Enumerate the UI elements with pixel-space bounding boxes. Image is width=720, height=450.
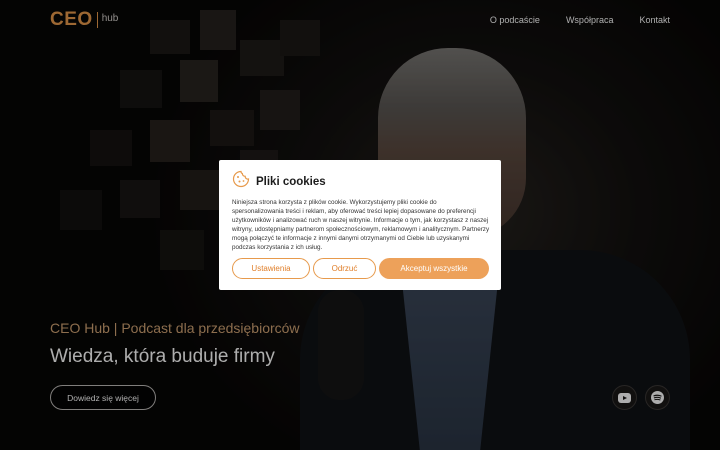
cookie-accept-all-button[interactable]: Akceptuj wszystkie	[379, 258, 489, 279]
cookie-dialog-header: Pliki cookies	[232, 170, 487, 193]
cookie-glyph	[232, 170, 250, 188]
cookie-reject-button[interactable]: Odrzuć	[313, 258, 376, 279]
cookie-dialog-title: Pliki cookies	[256, 175, 326, 188]
cookie-dialog-text: Niniejsza strona korzysta z plików cooki…	[232, 199, 490, 251]
cookie-dialog-actions: Ustawienia Odrzuć Akceptuj wszystkie	[232, 258, 489, 279]
cookie-dialog: Pliki cookies Niniejsza strona korzysta …	[219, 160, 501, 290]
cookie-settings-button[interactable]: Ustawienia	[232, 258, 310, 279]
cookie-icon	[232, 170, 250, 193]
